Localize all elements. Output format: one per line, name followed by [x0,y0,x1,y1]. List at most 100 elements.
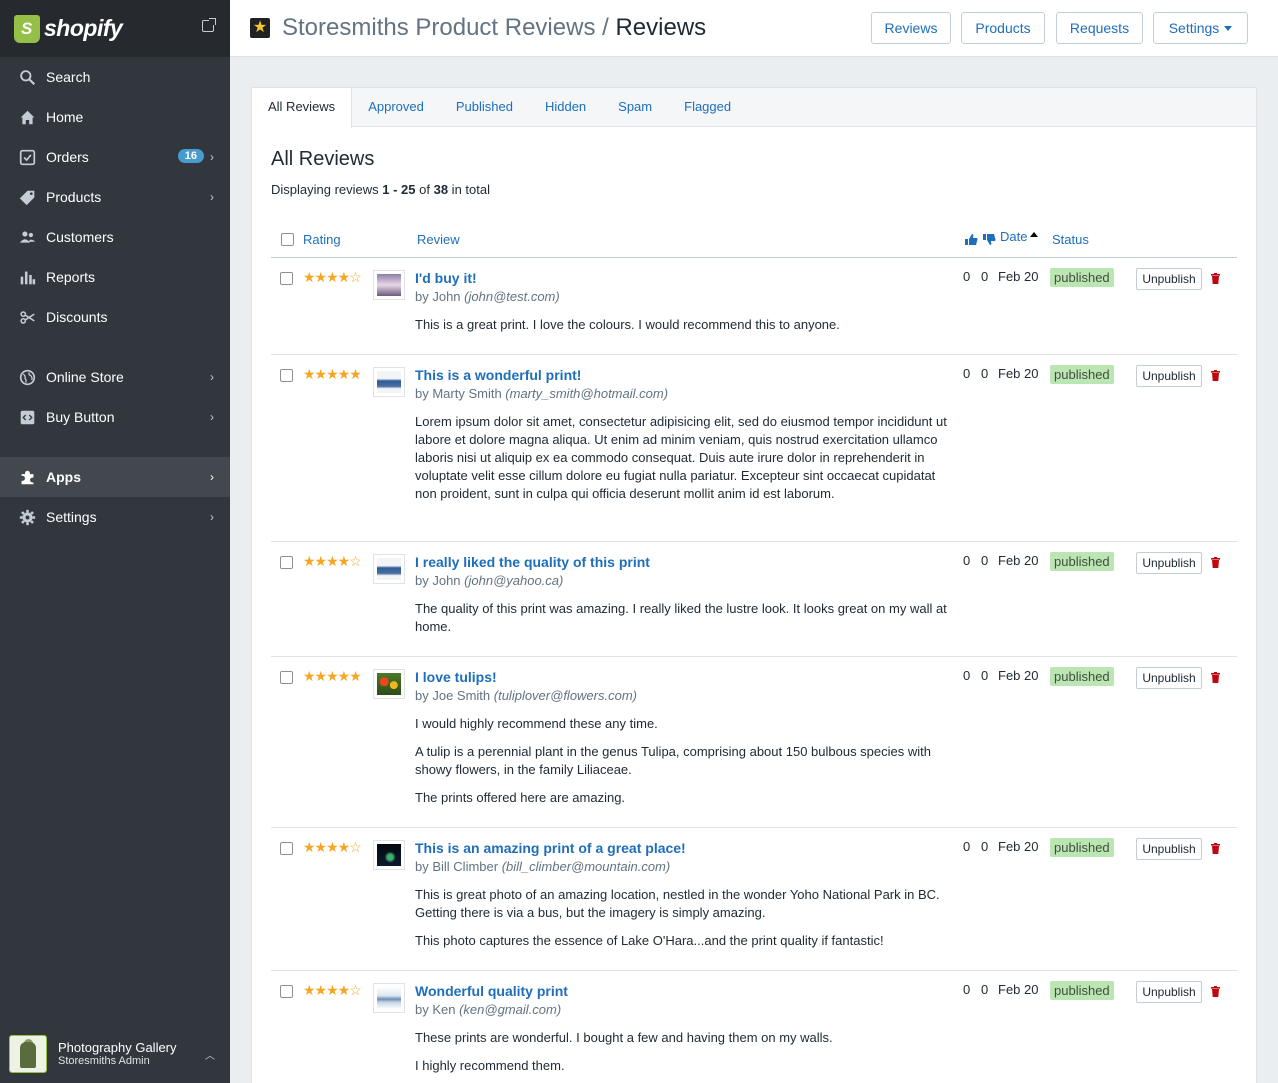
row-checkbox[interactable] [280,556,293,569]
chevron-right-icon: › [210,470,214,484]
trash-icon[interactable] [1211,843,1220,854]
product-thumbnail[interactable] [373,840,405,870]
column-header-date[interactable]: Date [1000,229,1039,244]
store-subtitle: Storesmiths Admin [58,1055,150,1067]
author-name: by Marty Smith [415,386,506,401]
trash-icon[interactable] [1211,273,1220,284]
status-badge: published [1050,981,1114,1000]
review-title-link[interactable]: I love tulips! [415,669,497,685]
row-checkbox[interactable] [280,842,293,855]
sidebar-item-buy-button[interactable]: Buy Button › [0,397,230,437]
chevron-right-icon: › [210,190,214,204]
row-checkbox[interactable] [280,985,293,998]
tab-approved[interactable]: Approved [352,88,440,126]
author-name: by Bill Climber [415,859,502,874]
breadcrumb-app[interactable]: Storesmiths Product Reviews [282,14,595,41]
sidebar-item-products[interactable]: Products › [0,177,230,217]
sidebar-item-orders[interactable]: Orders 16 › [0,137,230,177]
unpublish-button[interactable]: Unpublish [1136,365,1202,387]
review-paragraph: The quality of this print was amazing. I… [415,601,947,634]
trash-icon[interactable] [1211,672,1220,683]
puzzle-icon [19,469,36,486]
unpublish-button[interactable]: Unpublish [1136,838,1202,860]
sidebar-item-discounts[interactable]: Discounts [0,297,230,337]
sidebar-item-label: Online Store [46,369,124,385]
summary-prefix: Displaying reviews [271,182,383,197]
product-thumbnail[interactable] [373,554,405,584]
column-header-status[interactable]: Status [1052,232,1089,247]
trash-icon[interactable] [1211,986,1220,997]
sidebar-item-label: Customers [46,229,114,245]
sidebar-item-label: Settings [46,509,97,525]
shopify-wordmark: shopify [44,15,123,41]
thumbs-up-icon[interactable] [964,233,978,246]
row-checkbox[interactable] [280,671,293,684]
chevron-up-icon: ︿ [205,1051,215,1062]
review-paragraph: These prints are wonderful. I bought a f… [415,1030,833,1045]
unpublish-button-label: Unpublish [1142,369,1196,383]
status-badge: published [1050,552,1114,571]
store-switcher[interactable]: Photography Gallery Storesmiths Admin ︿ [0,1025,230,1083]
external-link-icon[interactable] [202,18,216,32]
settings-button-label: Settings [1168,20,1220,36]
summary-range: 1 - 25 [382,182,416,197]
product-thumbnail[interactable] [373,669,405,699]
upvote-count: 0 [963,668,971,683]
review-date: Feb 20 [998,269,1039,284]
reviews-button[interactable]: Reviews [871,12,951,44]
review-body: This is great photo of an amazing locati… [415,886,955,960]
unpublish-button-label: Unpublish [1142,671,1196,685]
summary-total: 38 [433,182,449,197]
sidebar-item-search[interactable]: Search [0,57,230,97]
requests-button[interactable]: Requests [1056,12,1143,44]
trash-icon[interactable] [1211,557,1220,568]
review-title-link[interactable]: I really liked the quality of this print [415,554,650,570]
row-checkbox[interactable] [280,369,293,382]
review-title-link[interactable]: This is an amazing print of a great plac… [415,840,686,856]
review-author: by John (john@test.com) [415,289,560,304]
tab-spam[interactable]: Spam [602,88,668,126]
review-title-link[interactable]: Wonderful quality print [415,983,568,999]
settings-dropdown-button[interactable]: Settings [1153,12,1248,44]
review-paragraph: This is great photo of an amazing locati… [415,887,940,920]
review-title-link[interactable]: This is a wonderful print! [415,367,581,383]
upvote-count: 0 [963,269,971,284]
products-button[interactable]: Products [961,12,1045,44]
review-title-link[interactable]: I'd buy it! [415,270,477,286]
unpublish-button[interactable]: Unpublish [1136,667,1202,689]
tab-hidden[interactable]: Hidden [529,88,602,126]
sidebar-item-home[interactable]: Home [0,97,230,137]
row-checkbox[interactable] [280,272,293,285]
sidebar-item-label: Products [46,189,102,205]
sidebar-item-apps[interactable]: Apps › [0,457,230,497]
review-body: This is a great print. I love the colour… [415,316,955,344]
product-thumbnail[interactable] [373,270,405,300]
bar-chart-icon [19,269,36,286]
column-header-rating[interactable]: Rating [303,232,341,247]
review-paragraph: Lorem ipsum dolor sit amet, consectetur … [415,414,947,501]
select-all-checkbox[interactable] [281,233,294,246]
orders-count-badge: 16 [177,149,204,163]
sidebar-item-online-store[interactable]: Online Store › [0,357,230,397]
unpublish-button[interactable]: Unpublish [1136,552,1202,574]
sidebar-item-customers[interactable]: Customers [0,217,230,257]
trash-icon[interactable] [1211,370,1220,381]
tab-all-reviews[interactable]: All Reviews [252,88,353,128]
shopify-brand[interactable]: shopify [0,0,230,57]
unpublish-button[interactable]: Unpublish [1136,981,1202,1003]
tab-published[interactable]: Published [440,88,529,126]
thumbs-down-icon[interactable] [982,233,996,246]
upvote-count: 0 [963,839,971,854]
product-thumbnail[interactable] [373,367,405,397]
caret-down-icon [1224,25,1233,31]
sidebar-item-reports[interactable]: Reports [0,257,230,297]
star-rating: ★★★★☆ [303,982,362,998]
unpublish-button[interactable]: Unpublish [1136,268,1202,290]
product-thumbnail[interactable] [373,983,405,1013]
sidebar-item-settings[interactable]: Settings › [0,497,230,537]
status-badge: published [1050,667,1114,686]
pagination-summary: Displaying reviews 1 - 25 of 38 in total [271,182,490,197]
column-header-review[interactable]: Review [417,232,460,247]
tab-flagged[interactable]: Flagged [668,88,747,126]
sidebar-item-label: Discounts [46,309,108,325]
